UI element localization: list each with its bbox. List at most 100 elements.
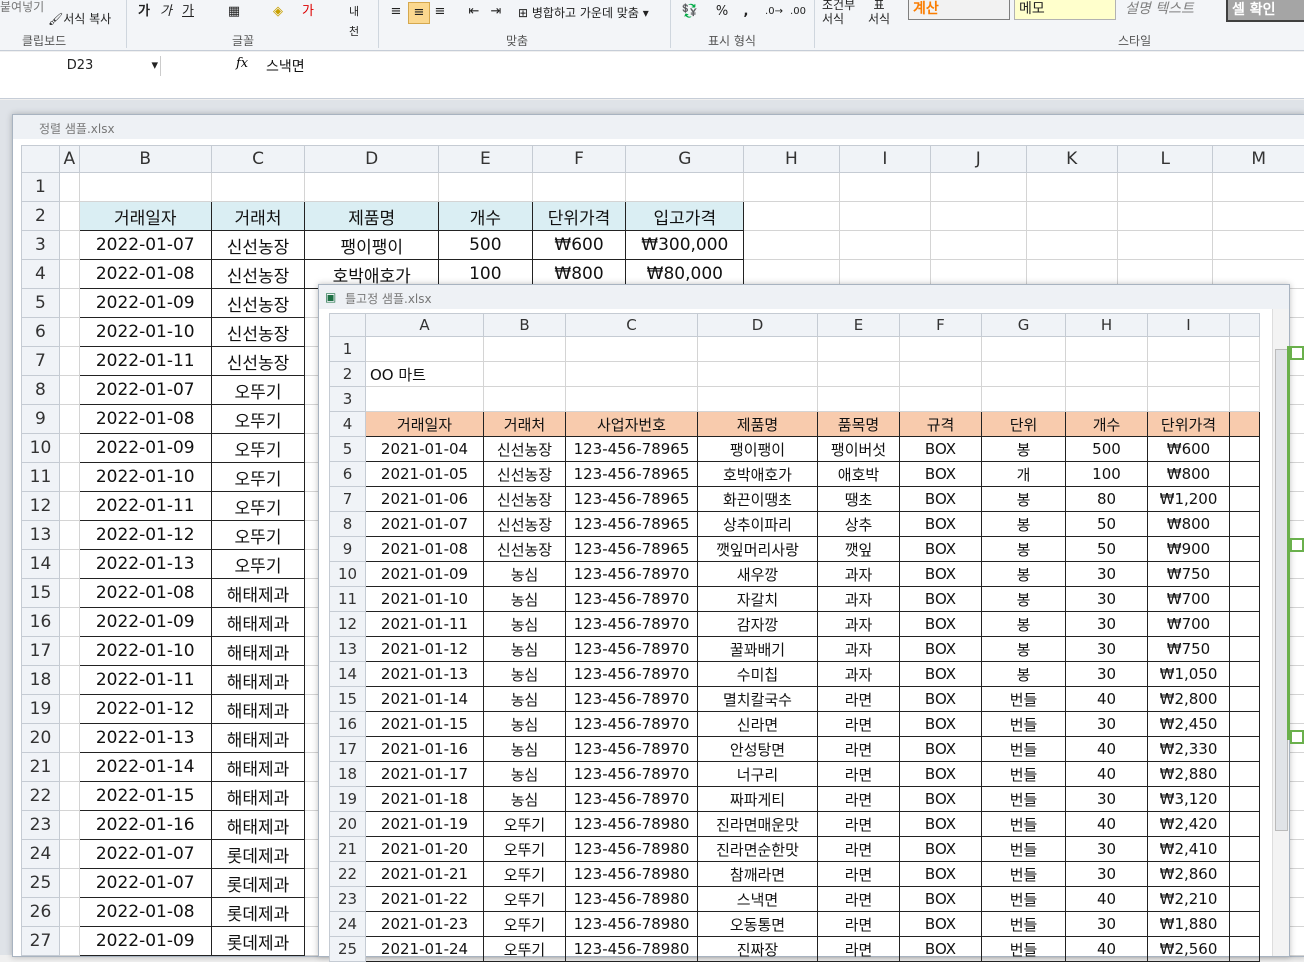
cell[interactable] bbox=[59, 724, 79, 753]
cell[interactable]: 번들 bbox=[982, 937, 1066, 962]
cell[interactable]: 팽이팽이 bbox=[698, 437, 818, 462]
cell[interactable]: BOX bbox=[900, 937, 982, 962]
border-icon[interactable]: ▦ bbox=[224, 2, 244, 22]
column-header[interactable]: G bbox=[626, 146, 744, 173]
fill-color-icon[interactable]: ◈ bbox=[268, 2, 288, 22]
cell[interactable]: ₩700 bbox=[1148, 612, 1230, 637]
cell[interactable]: 오뚜기 bbox=[484, 862, 566, 887]
cell[interactable] bbox=[211, 173, 305, 202]
cell[interactable]: 라면 bbox=[818, 787, 900, 812]
cell[interactable]: 2021-01-23 bbox=[366, 912, 484, 937]
cell[interactable]: 봉 bbox=[982, 612, 1066, 637]
column-header[interactable]: C bbox=[211, 146, 305, 173]
row-header[interactable]: 20 bbox=[330, 812, 366, 837]
cell[interactable]: 진라면매운맛 bbox=[698, 812, 818, 837]
column-header[interactable]: B bbox=[79, 146, 211, 173]
cell[interactable]: 오뚜기 bbox=[211, 492, 305, 521]
cell[interactable]: 2021-01-24 bbox=[366, 937, 484, 962]
column-header[interactable]: J bbox=[931, 146, 1026, 173]
cell[interactable] bbox=[59, 260, 79, 289]
cell[interactable] bbox=[1230, 537, 1260, 562]
cell[interactable]: 봉 bbox=[982, 512, 1066, 537]
cell[interactable]: BOX bbox=[900, 662, 982, 687]
cell[interactable]: 과자 bbox=[818, 587, 900, 612]
row-header[interactable]: 13 bbox=[22, 521, 60, 550]
header-cell[interactable]: 개수 bbox=[439, 202, 533, 231]
row-header[interactable]: 23 bbox=[330, 887, 366, 912]
cell[interactable]: 500 bbox=[439, 231, 533, 260]
cell[interactable]: ₩750 bbox=[1148, 562, 1230, 587]
row-header[interactable]: 18 bbox=[22, 666, 60, 695]
cell[interactable] bbox=[484, 387, 566, 412]
cell[interactable]: BOX bbox=[900, 462, 982, 487]
cell[interactable]: 해태제과 bbox=[211, 811, 305, 840]
cell[interactable] bbox=[1148, 387, 1230, 412]
cell[interactable]: 해태제과 bbox=[211, 782, 305, 811]
cell[interactable] bbox=[744, 202, 839, 231]
cell[interactable]: 2022-01-07 bbox=[79, 231, 211, 260]
row-header[interactable]: 14 bbox=[330, 662, 366, 687]
cell[interactable]: 2021-01-11 bbox=[366, 612, 484, 637]
cell[interactable]: 123-456-78965 bbox=[566, 437, 698, 462]
cell[interactable]: ₩300,000 bbox=[626, 231, 744, 260]
cell[interactable]: 해태제과 bbox=[211, 666, 305, 695]
cell[interactable]: 123-456-78980 bbox=[566, 937, 698, 962]
cell[interactable]: 30 bbox=[1066, 787, 1148, 812]
cell[interactable]: 번들 bbox=[982, 862, 1066, 887]
cell[interactable]: 번들 bbox=[982, 787, 1066, 812]
align-left-icon[interactable]: ≡ bbox=[386, 2, 406, 22]
cell[interactable]: 신선농장 bbox=[211, 260, 305, 289]
cell[interactable] bbox=[59, 173, 79, 202]
cell[interactable]: 라면 bbox=[818, 812, 900, 837]
format-painter-button[interactable]: 🖌서식 복사 bbox=[48, 10, 111, 27]
cell[interactable] bbox=[1026, 231, 1117, 260]
cell[interactable]: 과자 bbox=[818, 637, 900, 662]
row-header[interactable]: 12 bbox=[22, 492, 60, 521]
style-calc[interactable]: 계산 bbox=[908, 0, 1010, 20]
cell[interactable]: 과자 bbox=[818, 612, 900, 637]
row-header[interactable]: 13 bbox=[330, 637, 366, 662]
cell[interactable]: 짜파게티 bbox=[698, 787, 818, 812]
cell[interactable]: BOX bbox=[900, 487, 982, 512]
cell[interactable]: 2021-01-05 bbox=[366, 462, 484, 487]
cell[interactable]: ₩800 bbox=[1148, 512, 1230, 537]
cell[interactable]: 신선농장 bbox=[211, 289, 305, 318]
cell[interactable] bbox=[59, 637, 79, 666]
column-header[interactable]: H bbox=[744, 146, 839, 173]
column-header[interactable]: E bbox=[818, 314, 900, 337]
cell[interactable]: 번들 bbox=[982, 812, 1066, 837]
cell[interactable] bbox=[566, 387, 698, 412]
row-header[interactable]: 24 bbox=[330, 912, 366, 937]
cell[interactable]: 땡초 bbox=[818, 487, 900, 512]
cell[interactable]: 2021-01-08 bbox=[366, 537, 484, 562]
cell[interactable]: 2021-01-21 bbox=[366, 862, 484, 887]
cell[interactable]: BOX bbox=[900, 712, 982, 737]
column-header[interactable]: H bbox=[1066, 314, 1148, 337]
cell[interactable] bbox=[484, 337, 566, 362]
cell[interactable]: 신선농장 bbox=[211, 318, 305, 347]
cell[interactable]: 2022-01-08 bbox=[79, 579, 211, 608]
cell[interactable]: BOX bbox=[900, 862, 982, 887]
cell[interactable] bbox=[839, 173, 930, 202]
row-header[interactable]: 4 bbox=[22, 260, 60, 289]
cell[interactable]: 봉 bbox=[982, 537, 1066, 562]
cell[interactable]: ₩2,800 bbox=[1148, 687, 1230, 712]
cell[interactable]: 오뚜기 bbox=[211, 405, 305, 434]
cell[interactable]: 신라면 bbox=[698, 712, 818, 737]
cell[interactable]: 오동통면 bbox=[698, 912, 818, 937]
cell[interactable]: 2021-01-12 bbox=[366, 637, 484, 662]
cell[interactable] bbox=[1230, 912, 1260, 937]
cell[interactable]: 2022-01-11 bbox=[79, 347, 211, 376]
cell[interactable] bbox=[59, 376, 79, 405]
cell[interactable]: 진짜장 bbox=[698, 937, 818, 962]
cell[interactable]: 500 bbox=[1066, 437, 1148, 462]
cell[interactable]: 농심 bbox=[484, 587, 566, 612]
cell[interactable]: 2022-01-11 bbox=[79, 492, 211, 521]
column-header[interactable]: F bbox=[532, 146, 626, 173]
paste-button[interactable]: 붙여넣기 bbox=[0, 0, 44, 15]
cell[interactable] bbox=[698, 337, 818, 362]
cell[interactable]: BOX bbox=[900, 762, 982, 787]
cell[interactable]: 30 bbox=[1066, 837, 1148, 862]
cell[interactable]: 수미칩 bbox=[698, 662, 818, 687]
header-cell[interactable]: 거래처 bbox=[484, 412, 566, 437]
